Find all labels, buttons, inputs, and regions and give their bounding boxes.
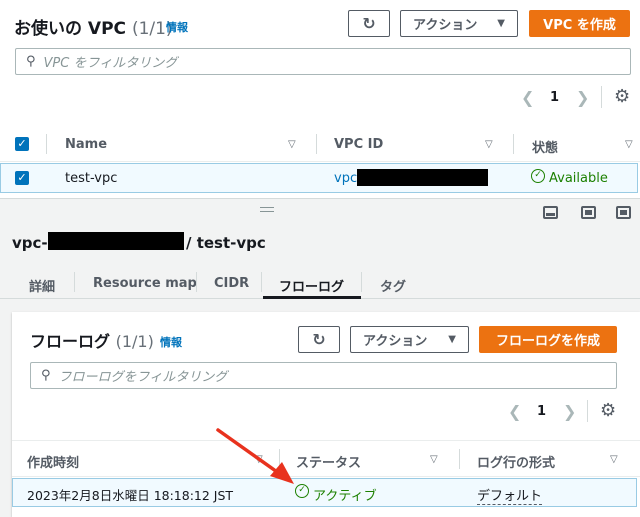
flowlog-col-status[interactable]: ステータス: [296, 452, 361, 471]
flowlog-row-format[interactable]: デフォルト: [477, 485, 543, 505]
create-vpc-button[interactable]: VPC を作成: [529, 10, 630, 37]
sort-icon[interactable]: ▽: [625, 139, 633, 150]
flowlog-search-input[interactable]: ⚲ フローログをフィルタリング: [30, 362, 617, 389]
flowlog-actions-button[interactable]: アクション ▼: [350, 326, 469, 353]
flowlog-row-created: 2023年2月8日水曜日 18:18:12 JST: [27, 488, 234, 503]
vpc-col-status[interactable]: 状態: [532, 137, 558, 156]
settings-gear-icon[interactable]: ⚙: [614, 86, 630, 107]
panel-bottom-icon-bar: [546, 213, 555, 216]
flowlog-next-page-icon[interactable]: ❯: [563, 402, 576, 421]
panel-bottom-icon[interactable]: [543, 206, 558, 219]
flowlog-refresh-button[interactable]: ↻: [298, 326, 340, 353]
panel-side-icon[interactable]: [581, 206, 596, 219]
flowlog-row-status: アクティブ: [313, 489, 377, 504]
flowlog-page-number[interactable]: 1: [537, 404, 546, 419]
vpc-sep-3: [513, 134, 514, 154]
vpc-search-input[interactable]: ⚲ VPC をフィルタリング: [15, 48, 631, 75]
tab-details[interactable]: 詳細: [29, 276, 55, 295]
sort-icon[interactable]: ▽: [288, 139, 296, 150]
vpc-actions-button[interactable]: アクション ▼: [400, 10, 518, 37]
vpc-panel-title: お使いの VPC (1/1): [14, 14, 173, 39]
panel-full-icon-bar: [620, 210, 627, 215]
tab-cidr[interactable]: CIDR: [214, 276, 249, 291]
flowlog-count: (1/1): [115, 332, 154, 351]
vpc-select-all-checkbox[interactable]: ✓: [15, 137, 29, 151]
vpc-refresh-button[interactable]: ↻: [348, 10, 390, 37]
create-vpc-label: VPC を作成: [543, 18, 616, 33]
vpc-info-link[interactable]: 情報: [166, 19, 188, 35]
search-icon: ⚲: [41, 368, 51, 383]
flowlog-col-created[interactable]: 作成時刻: [27, 452, 79, 471]
detail-title-suffix: / test-vpc: [186, 234, 266, 252]
vpc-id-redaction: [357, 169, 488, 186]
flowlog-sep-pager: [587, 400, 588, 422]
flowlog-info-link[interactable]: 情報: [160, 334, 182, 350]
detail-title-prefix: vpc-: [12, 234, 48, 252]
caret-down-icon: ▼: [448, 334, 456, 345]
vpc-sep-2: [316, 134, 317, 154]
resize-handle[interactable]: [260, 207, 274, 212]
vpc-col-id[interactable]: VPC ID: [334, 137, 383, 152]
flowlog-actions-label: アクション: [363, 334, 428, 349]
sort-icon[interactable]: ▽: [610, 454, 618, 465]
vpc-row-status: Available: [549, 171, 608, 186]
flowlog-prev-page-icon[interactable]: ❮: [508, 402, 521, 421]
vpc-col-name[interactable]: Name: [65, 137, 107, 152]
vpc-search-placeholder: VPC をフィルタリング: [43, 56, 178, 71]
vpc-next-page-icon[interactable]: ❯: [576, 88, 589, 107]
tab-sep-2: [196, 272, 197, 292]
success-check-icon: ✓: [531, 169, 545, 183]
refresh-icon: ↻: [362, 14, 376, 33]
flowlog-search-placeholder: フローログをフィルタリング: [58, 370, 228, 385]
flowlog-sep-2: [459, 449, 460, 469]
refresh-icon: ↻: [312, 330, 326, 349]
vpc-title-text: お使いの VPC: [14, 19, 127, 39]
flowlog-title-text: フローログ: [30, 332, 111, 351]
vpc-sep-pager: [601, 86, 602, 108]
tab-tags[interactable]: タグ: [380, 276, 406, 295]
flowlog-col-format[interactable]: ログ行の形式: [477, 452, 555, 471]
sort-icon[interactable]: ▽: [485, 139, 493, 150]
create-flowlog-button[interactable]: フローログを作成: [479, 326, 617, 353]
tab-sep-1: [74, 272, 75, 292]
flowlog-panel-title: フローログ (1/1): [30, 328, 154, 352]
tab-sep-4: [361, 272, 362, 292]
annotation-arrow: [216, 428, 294, 484]
settings-gear-icon[interactable]: ⚙: [600, 400, 616, 421]
vpc-row-name: test-vpc: [65, 171, 118, 186]
create-flowlog-label: フローログを作成: [495, 334, 600, 349]
panel-divider: [0, 198, 640, 199]
vpc-page-number[interactable]: 1: [550, 90, 559, 105]
vpc-actions-label: アクション: [413, 18, 478, 33]
tab-active-underline: [263, 296, 361, 299]
search-icon: ⚲: [26, 54, 36, 69]
vpc-sep-1: [46, 134, 47, 154]
tab-flowlogs[interactable]: フローログ: [279, 276, 344, 295]
panel-full-icon[interactable]: [616, 206, 631, 219]
tab-sep-3: [261, 272, 262, 292]
tab-resource-map[interactable]: Resource map: [93, 276, 197, 291]
vpc-prev-page-icon[interactable]: ❮: [521, 88, 534, 107]
sort-icon[interactable]: ▽: [430, 454, 438, 465]
caret-down-icon: ▼: [497, 18, 505, 29]
vpc-row-checkbox[interactable]: ✓: [15, 171, 29, 185]
panel-side-icon-bar: [585, 210, 592, 215]
detail-id-redaction: [48, 232, 184, 250]
